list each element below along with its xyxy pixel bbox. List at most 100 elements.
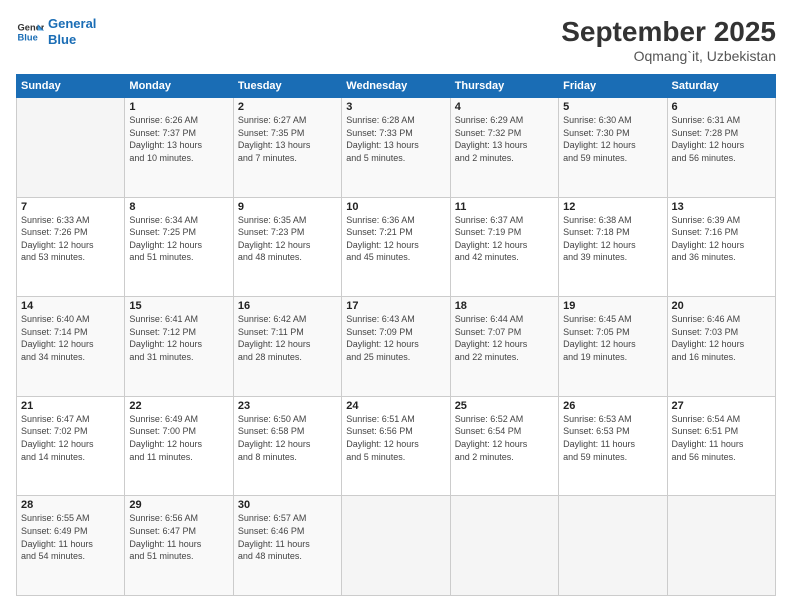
week-row-1: 1Sunrise: 6:26 AMSunset: 7:37 PMDaylight… bbox=[17, 98, 776, 198]
calendar-cell: 23Sunrise: 6:50 AMSunset: 6:58 PMDayligh… bbox=[233, 396, 341, 496]
day-number: 23 bbox=[238, 400, 337, 412]
logo: General Blue GeneralBlue bbox=[16, 16, 96, 47]
day-number: 10 bbox=[346, 201, 445, 213]
day-info: Sunrise: 6:26 AMSunset: 7:37 PMDaylight:… bbox=[129, 114, 228, 164]
day-number: 18 bbox=[455, 300, 554, 312]
weekday-saturday: Saturday bbox=[667, 75, 775, 98]
day-info: Sunrise: 6:55 AMSunset: 6:49 PMDaylight:… bbox=[21, 512, 120, 562]
day-info: Sunrise: 6:53 AMSunset: 6:53 PMDaylight:… bbox=[563, 413, 662, 463]
location: Oqmang`it, Uzbekistan bbox=[561, 48, 776, 64]
day-number: 29 bbox=[129, 499, 228, 511]
calendar-cell: 15Sunrise: 6:41 AMSunset: 7:12 PMDayligh… bbox=[125, 297, 233, 397]
day-info: Sunrise: 6:44 AMSunset: 7:07 PMDaylight:… bbox=[455, 313, 554, 363]
calendar-cell: 11Sunrise: 6:37 AMSunset: 7:19 PMDayligh… bbox=[450, 197, 558, 297]
calendar-cell bbox=[342, 496, 450, 596]
day-number: 15 bbox=[129, 300, 228, 312]
day-info: Sunrise: 6:39 AMSunset: 7:16 PMDaylight:… bbox=[672, 214, 771, 264]
day-info: Sunrise: 6:47 AMSunset: 7:02 PMDaylight:… bbox=[21, 413, 120, 463]
day-info: Sunrise: 6:37 AMSunset: 7:19 PMDaylight:… bbox=[455, 214, 554, 264]
day-number: 14 bbox=[21, 300, 120, 312]
day-info: Sunrise: 6:41 AMSunset: 7:12 PMDaylight:… bbox=[129, 313, 228, 363]
week-row-5: 28Sunrise: 6:55 AMSunset: 6:49 PMDayligh… bbox=[17, 496, 776, 596]
day-number: 6 bbox=[672, 101, 771, 113]
day-info: Sunrise: 6:38 AMSunset: 7:18 PMDaylight:… bbox=[563, 214, 662, 264]
day-info: Sunrise: 6:35 AMSunset: 7:23 PMDaylight:… bbox=[238, 214, 337, 264]
logo-icon: General Blue bbox=[16, 18, 44, 46]
weekday-thursday: Thursday bbox=[450, 75, 558, 98]
calendar-cell: 16Sunrise: 6:42 AMSunset: 7:11 PMDayligh… bbox=[233, 297, 341, 397]
calendar-cell: 1Sunrise: 6:26 AMSunset: 7:37 PMDaylight… bbox=[125, 98, 233, 198]
calendar-cell: 29Sunrise: 6:56 AMSunset: 6:47 PMDayligh… bbox=[125, 496, 233, 596]
title-block: September 2025 Oqmang`it, Uzbekistan bbox=[561, 16, 776, 64]
calendar-cell bbox=[17, 98, 125, 198]
weekday-header: SundayMondayTuesdayWednesdayThursdayFrid… bbox=[17, 75, 776, 98]
calendar-body: 1Sunrise: 6:26 AMSunset: 7:37 PMDaylight… bbox=[17, 98, 776, 596]
day-info: Sunrise: 6:31 AMSunset: 7:28 PMDaylight:… bbox=[672, 114, 771, 164]
calendar-cell: 26Sunrise: 6:53 AMSunset: 6:53 PMDayligh… bbox=[559, 396, 667, 496]
calendar-cell bbox=[559, 496, 667, 596]
month-title: September 2025 bbox=[561, 16, 776, 48]
day-info: Sunrise: 6:56 AMSunset: 6:47 PMDaylight:… bbox=[129, 512, 228, 562]
day-number: 16 bbox=[238, 300, 337, 312]
calendar-cell: 6Sunrise: 6:31 AMSunset: 7:28 PMDaylight… bbox=[667, 98, 775, 198]
calendar-cell: 22Sunrise: 6:49 AMSunset: 7:00 PMDayligh… bbox=[125, 396, 233, 496]
day-info: Sunrise: 6:50 AMSunset: 6:58 PMDaylight:… bbox=[238, 413, 337, 463]
day-info: Sunrise: 6:33 AMSunset: 7:26 PMDaylight:… bbox=[21, 214, 120, 264]
day-info: Sunrise: 6:27 AMSunset: 7:35 PMDaylight:… bbox=[238, 114, 337, 164]
calendar-cell bbox=[450, 496, 558, 596]
day-number: 27 bbox=[672, 400, 771, 412]
day-number: 7 bbox=[21, 201, 120, 213]
day-number: 22 bbox=[129, 400, 228, 412]
day-number: 11 bbox=[455, 201, 554, 213]
day-number: 3 bbox=[346, 101, 445, 113]
weekday-sunday: Sunday bbox=[17, 75, 125, 98]
day-number: 8 bbox=[129, 201, 228, 213]
calendar-cell: 7Sunrise: 6:33 AMSunset: 7:26 PMDaylight… bbox=[17, 197, 125, 297]
day-info: Sunrise: 6:51 AMSunset: 6:56 PMDaylight:… bbox=[346, 413, 445, 463]
day-number: 25 bbox=[455, 400, 554, 412]
calendar-cell: 20Sunrise: 6:46 AMSunset: 7:03 PMDayligh… bbox=[667, 297, 775, 397]
calendar-cell bbox=[667, 496, 775, 596]
week-row-3: 14Sunrise: 6:40 AMSunset: 7:14 PMDayligh… bbox=[17, 297, 776, 397]
day-number: 2 bbox=[238, 101, 337, 113]
calendar-cell: 25Sunrise: 6:52 AMSunset: 6:54 PMDayligh… bbox=[450, 396, 558, 496]
day-info: Sunrise: 6:45 AMSunset: 7:05 PMDaylight:… bbox=[563, 313, 662, 363]
day-number: 19 bbox=[563, 300, 662, 312]
day-info: Sunrise: 6:52 AMSunset: 6:54 PMDaylight:… bbox=[455, 413, 554, 463]
calendar-cell: 12Sunrise: 6:38 AMSunset: 7:18 PMDayligh… bbox=[559, 197, 667, 297]
calendar-cell: 9Sunrise: 6:35 AMSunset: 7:23 PMDaylight… bbox=[233, 197, 341, 297]
day-info: Sunrise: 6:43 AMSunset: 7:09 PMDaylight:… bbox=[346, 313, 445, 363]
week-row-4: 21Sunrise: 6:47 AMSunset: 7:02 PMDayligh… bbox=[17, 396, 776, 496]
calendar-cell: 4Sunrise: 6:29 AMSunset: 7:32 PMDaylight… bbox=[450, 98, 558, 198]
day-number: 28 bbox=[21, 499, 120, 511]
weekday-wednesday: Wednesday bbox=[342, 75, 450, 98]
calendar-cell: 14Sunrise: 6:40 AMSunset: 7:14 PMDayligh… bbox=[17, 297, 125, 397]
weekday-monday: Monday bbox=[125, 75, 233, 98]
day-info: Sunrise: 6:30 AMSunset: 7:30 PMDaylight:… bbox=[563, 114, 662, 164]
calendar-cell: 2Sunrise: 6:27 AMSunset: 7:35 PMDaylight… bbox=[233, 98, 341, 198]
calendar-cell: 18Sunrise: 6:44 AMSunset: 7:07 PMDayligh… bbox=[450, 297, 558, 397]
calendar-cell: 3Sunrise: 6:28 AMSunset: 7:33 PMDaylight… bbox=[342, 98, 450, 198]
day-number: 9 bbox=[238, 201, 337, 213]
day-info: Sunrise: 6:46 AMSunset: 7:03 PMDaylight:… bbox=[672, 313, 771, 363]
calendar-cell: 5Sunrise: 6:30 AMSunset: 7:30 PMDaylight… bbox=[559, 98, 667, 198]
day-info: Sunrise: 6:36 AMSunset: 7:21 PMDaylight:… bbox=[346, 214, 445, 264]
day-number: 26 bbox=[563, 400, 662, 412]
calendar-cell: 8Sunrise: 6:34 AMSunset: 7:25 PMDaylight… bbox=[125, 197, 233, 297]
day-number: 20 bbox=[672, 300, 771, 312]
day-number: 5 bbox=[563, 101, 662, 113]
day-info: Sunrise: 6:49 AMSunset: 7:00 PMDaylight:… bbox=[129, 413, 228, 463]
svg-text:Blue: Blue bbox=[18, 32, 38, 42]
day-info: Sunrise: 6:28 AMSunset: 7:33 PMDaylight:… bbox=[346, 114, 445, 164]
calendar-cell: 13Sunrise: 6:39 AMSunset: 7:16 PMDayligh… bbox=[667, 197, 775, 297]
day-number: 17 bbox=[346, 300, 445, 312]
calendar-cell: 27Sunrise: 6:54 AMSunset: 6:51 PMDayligh… bbox=[667, 396, 775, 496]
day-number: 4 bbox=[455, 101, 554, 113]
day-info: Sunrise: 6:42 AMSunset: 7:11 PMDaylight:… bbox=[238, 313, 337, 363]
calendar-cell: 21Sunrise: 6:47 AMSunset: 7:02 PMDayligh… bbox=[17, 396, 125, 496]
day-info: Sunrise: 6:54 AMSunset: 6:51 PMDaylight:… bbox=[672, 413, 771, 463]
calendar-cell: 30Sunrise: 6:57 AMSunset: 6:46 PMDayligh… bbox=[233, 496, 341, 596]
calendar-cell: 19Sunrise: 6:45 AMSunset: 7:05 PMDayligh… bbox=[559, 297, 667, 397]
day-info: Sunrise: 6:40 AMSunset: 7:14 PMDaylight:… bbox=[21, 313, 120, 363]
day-info: Sunrise: 6:29 AMSunset: 7:32 PMDaylight:… bbox=[455, 114, 554, 164]
